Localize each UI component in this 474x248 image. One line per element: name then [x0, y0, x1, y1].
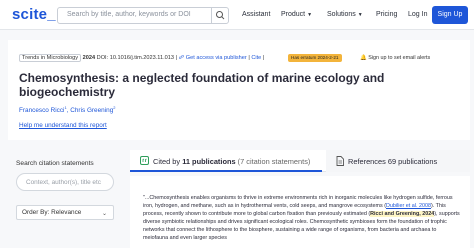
cite-link[interactable]: Cite — [251, 55, 261, 61]
cited-by-prefix: Cited by — [153, 157, 181, 166]
email-alert-label: Sign up to set email alerts — [368, 55, 431, 61]
tab-cited-by[interactable]: Cited by 11 publications (7 citation sta… — [130, 150, 322, 172]
search-icon — [216, 11, 225, 20]
author-link[interactable]: Francesco Ricci — [19, 107, 64, 114]
author-list: Francesco Ricci1, Chris Greening2 — [19, 105, 116, 115]
chevron-down-icon: ▼ — [307, 12, 313, 18]
citation-statement-card: "...Chemosynthesis enables organisms to … — [130, 176, 470, 248]
tab-references[interactable]: References 69 publications — [326, 150, 470, 172]
citation-snippet-text: "...Chemosynthesis enables organisms to … — [143, 194, 463, 242]
top-navbar: scite_ Search by title, author, keywords… — [0, 0, 474, 30]
signup-button[interactable]: Sign Up — [432, 6, 468, 24]
nav-product[interactable]: Product ▼ — [281, 11, 312, 18]
help-understand-link[interactable]: Help me understand this report — [19, 122, 107, 129]
citation-search-label: Search citation statements — [16, 160, 94, 167]
doi: DOI: 10.1016/j.tim.2023.11.013 — [96, 55, 174, 61]
get-access-link[interactable]: Get access via publisher — [186, 55, 247, 61]
nav-solutions[interactable]: Solutions ▼ — [327, 11, 363, 18]
order-by-select[interactable]: Order By: Relevance ⌄ — [16, 205, 114, 220]
nav-product-label: Product — [281, 11, 306, 18]
separator: | — [262, 55, 265, 61]
separator: | — [175, 55, 177, 61]
document-icon — [336, 156, 344, 166]
author-link[interactable]: Chris Greening — [70, 107, 113, 114]
separator: | — [248, 55, 250, 61]
citation-tabs: Cited by 11 publications (7 citation sta… — [130, 150, 470, 172]
publication-year: 2024 — [82, 55, 96, 61]
search-button[interactable] — [211, 8, 228, 23]
nav-solutions-label: Solutions — [327, 11, 356, 18]
citation-link[interactable]: Dubilier et al. 2008 — [386, 203, 431, 209]
citation-filter-sidebar: Search citation statements Context, auth… — [8, 150, 124, 248]
author-affiliation: 2 — [113, 105, 116, 110]
search-input[interactable]: Search by title, author, keywords or DOI — [57, 7, 229, 24]
author-affiliation: 1 — [64, 105, 67, 110]
email-alert-link[interactable]: 🔔 Sign up to set email alerts — [360, 55, 430, 61]
article-meta: Trends in Microbiology 2024 DOI: 10.1016… — [19, 54, 265, 62]
chevron-down-icon: ⌄ — [101, 211, 107, 217]
chevron-down-icon: ▼ — [357, 12, 363, 18]
article-title: Chemosynthesis: a neglected foundation o… — [19, 71, 385, 99]
nav-pricing[interactable]: Pricing — [376, 11, 397, 18]
order-by-value: Order By: Relevance — [22, 209, 82, 216]
cited-by-count: 11 publications — [182, 157, 236, 166]
highlighted-citation[interactable]: Ricci and Greening, 2024 — [370, 211, 435, 217]
erratum-badge[interactable]: Has erratum 2024-2-21 — [288, 54, 342, 62]
login-link[interactable]: Log In — [408, 11, 427, 18]
citation-search-input[interactable]: Context, author(s), title etc — [16, 173, 114, 191]
journal-name[interactable]: Trends in Microbiology — [19, 54, 82, 62]
scite-logo[interactable]: scite_ — [12, 6, 56, 23]
article-header-card: Trends in Microbiology 2024 DOI: 10.1016… — [8, 40, 470, 140]
nav-assistant[interactable]: Assistant — [242, 11, 270, 18]
search-placeholder: Search by title, author, keywords or DOI — [67, 11, 191, 18]
cited-by-label: Cited by 11 publications (7 citation sta… — [153, 157, 310, 166]
citation-statements-count: (7 citation statements) — [237, 157, 311, 166]
quote-icon — [140, 156, 149, 165]
references-label: References 69 publications — [348, 157, 438, 166]
citation-search-placeholder: Context, author(s), title etc — [26, 179, 101, 186]
lock-icon: ☍ — [178, 55, 185, 61]
bell-icon: 🔔 — [360, 55, 367, 61]
